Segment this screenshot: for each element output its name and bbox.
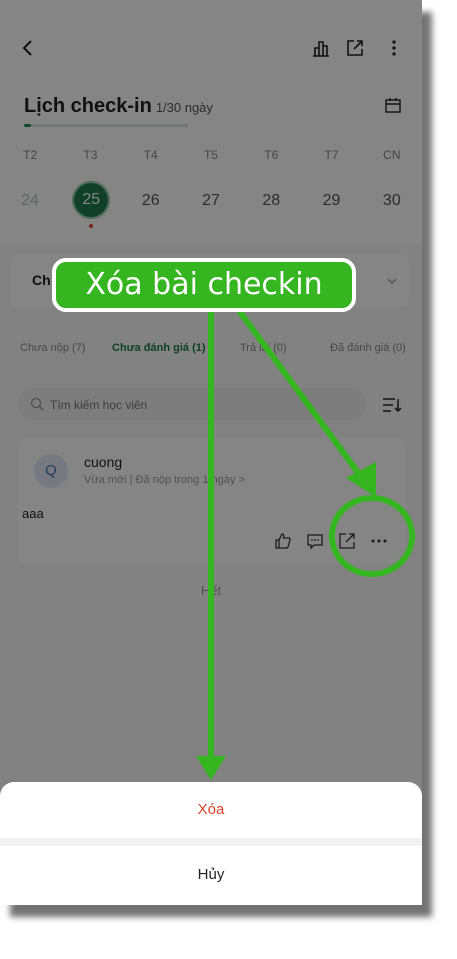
annotation-arrow-lines — [208, 309, 365, 763]
highlight-circle — [329, 495, 415, 577]
annotation-callout: Xóa bài checkin — [52, 258, 356, 312]
arrow-head-down — [196, 756, 226, 780]
arrow-line-diagonal — [237, 309, 365, 481]
annotation-arrows — [196, 309, 415, 780]
